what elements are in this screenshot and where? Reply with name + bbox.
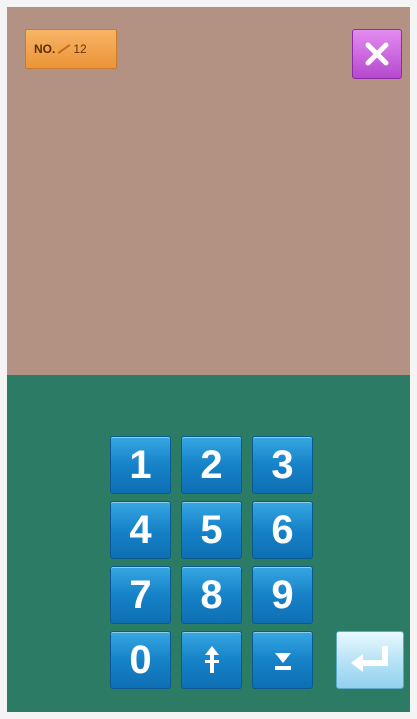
number-prefix: NO.: [34, 42, 56, 56]
display-area: NO. 12: [7, 7, 410, 375]
screen-frame: NO. 12 1 2 3 4 5 6 7 8 9 0: [7, 7, 410, 712]
key-3[interactable]: 3: [252, 436, 313, 494]
pattern-number-badge[interactable]: NO. 12: [25, 29, 117, 69]
decrement-button[interactable]: [252, 631, 313, 689]
key-2[interactable]: 2: [181, 436, 242, 494]
key-6[interactable]: 6: [252, 501, 313, 559]
enter-button[interactable]: [336, 631, 404, 689]
key-1[interactable]: 1: [110, 436, 171, 494]
close-icon: [365, 42, 389, 66]
key-9[interactable]: 9: [252, 566, 313, 624]
key-5[interactable]: 5: [181, 501, 242, 559]
arrow-down-icon: [274, 653, 291, 670]
key-7[interactable]: 7: [110, 566, 171, 624]
close-button[interactable]: [352, 29, 402, 79]
key-8[interactable]: 8: [181, 566, 242, 624]
key-0[interactable]: 0: [110, 631, 171, 689]
increment-button[interactable]: [181, 631, 242, 689]
slash-mark: [58, 44, 71, 54]
key-4[interactable]: 4: [110, 501, 171, 559]
arrow-up-icon: [204, 646, 219, 673]
keypad-area: 1 2 3 4 5 6 7 8 9 0: [7, 375, 410, 712]
pattern-number: 12: [73, 42, 87, 56]
enter-icon: [351, 646, 388, 672]
